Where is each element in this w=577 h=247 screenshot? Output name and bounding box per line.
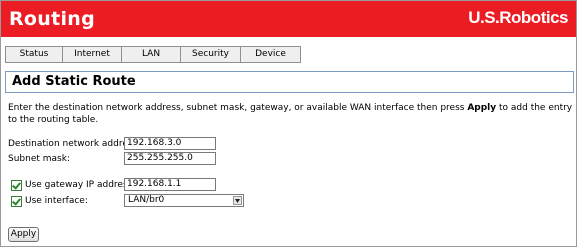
page-heading: Routing: [9, 8, 96, 30]
interface-select[interactable]: LAN/br0: [124, 194, 244, 207]
instructions-text-start: Enter the destination network address, s…: [8, 103, 468, 113]
chevron-down-icon: [233, 196, 242, 205]
section-title-panel: Add Static Route: [5, 71, 574, 93]
use-gateway-checkbox[interactable]: [11, 180, 22, 191]
header-bar: Routing U.S.Robotics: [1, 1, 576, 37]
section-title: Add Static Route: [12, 74, 136, 89]
router-window: Routing U.S.Robotics Status Internet LAN…: [0, 0, 577, 247]
use-gateway-label: Use gateway IP address:: [25, 180, 136, 190]
tab-internet[interactable]: Internet: [63, 47, 122, 62]
use-interface-label: Use interface:: [25, 196, 88, 206]
subnet-mask-input[interactable]: 255.255.255.0: [124, 152, 216, 165]
gateway-ip-input[interactable]: 192.168.1.1: [124, 178, 216, 191]
destination-input[interactable]: 192.168.3.0: [124, 137, 216, 150]
instructions-apply-word: Apply: [467, 103, 497, 113]
interface-select-value: LAN/br0: [128, 195, 165, 205]
main-navigation: Status Internet LAN Security Device: [5, 46, 301, 63]
brand-logo: U.S.Robotics: [468, 8, 568, 27]
tab-security[interactable]: Security: [181, 47, 241, 62]
use-interface-checkbox[interactable]: [11, 196, 22, 207]
tab-device[interactable]: Device: [241, 47, 300, 62]
tab-lan[interactable]: LAN: [122, 47, 181, 62]
instructions-text: Enter the destination network address, s…: [8, 102, 573, 126]
destination-label: Destination network address:: [8, 139, 141, 149]
apply-button[interactable]: Apply: [8, 227, 39, 242]
subnet-mask-label: Subnet mask:: [8, 154, 70, 164]
tab-status[interactable]: Status: [6, 47, 63, 62]
